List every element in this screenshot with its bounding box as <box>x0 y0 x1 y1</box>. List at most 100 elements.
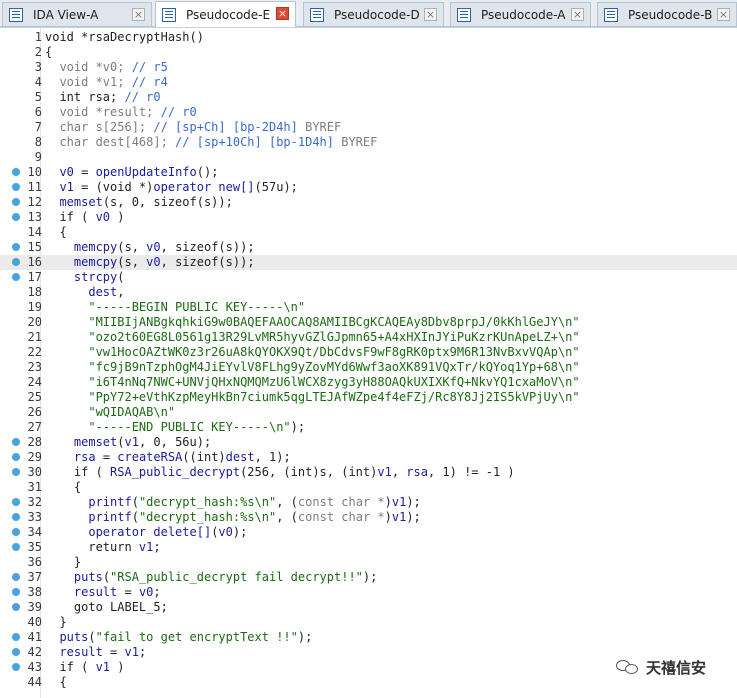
code-line[interactable]: 4 void *v1; // r4 <box>0 75 737 90</box>
code-line[interactable]: 35 return v1; <box>0 540 737 555</box>
breakpoint-dot-icon[interactable] <box>12 543 20 551</box>
code-line[interactable]: 11 v1 = (void *)operator new[](57u); <box>0 180 737 195</box>
code-token: ); <box>232 525 248 539</box>
close-icon[interactable]: × <box>132 8 145 21</box>
close-icon[interactable]: × <box>276 7 289 20</box>
code-line[interactable]: 41 puts("fail to get encryptText !!"); <box>0 630 737 645</box>
code-token: , ( <box>276 495 298 509</box>
code-line[interactable]: 20 "MIIBIjANBgkqhkiG9w0BAQEFAAOCAQ8AMIIB… <box>0 315 737 330</box>
code-line[interactable]: 1 void *rsaDecryptHash() <box>0 30 737 45</box>
breakpoint-dot-icon[interactable] <box>12 213 20 221</box>
code-token: (); <box>196 165 219 179</box>
breakpoint-dot-icon[interactable] <box>12 453 20 461</box>
tab-pseudocode-b[interactable]: Pseudocode-B × <box>597 2 737 26</box>
code-line[interactable]: 28 memset(v1, 0, 56u); <box>0 435 737 450</box>
code-text: memset(s, 0, sizeof(s)); <box>45 195 232 210</box>
code-line[interactable]: 38 result = v0; <box>0 585 737 600</box>
code-line[interactable]: 29 rsa = createRSA((int)dest, 1); <box>0 450 737 465</box>
code-token: "i6T4nNq7NWC+UNVjQHxNQMQMzU6lWCX8zyg3yH8… <box>88 375 580 389</box>
code-text: strcpy( <box>45 270 125 285</box>
breakpoint-dot-icon[interactable] <box>12 528 20 536</box>
code-token: v0 <box>95 210 111 224</box>
code-line[interactable]: 25 "PpY72+eVthKzpMeyHkBn7ciumk5qgLTEJAfW… <box>0 390 737 405</box>
code-text: operator delete[](v0); <box>45 525 247 540</box>
code-line[interactable]: 30 if ( RSA_public_decrypt(256, (int)s, … <box>0 465 737 480</box>
code-line[interactable]: 31 { <box>0 480 737 495</box>
code-token: "-----BEGIN PUBLIC KEY-----\n" <box>88 300 306 314</box>
breakpoint-dot-icon[interactable] <box>12 258 20 266</box>
breakpoint-dot-icon[interactable] <box>12 513 20 521</box>
code-text: return v1; <box>45 540 160 555</box>
breakpoint-dot-icon[interactable] <box>12 663 20 671</box>
code-line[interactable]: 8 char dest[468]; // [sp+10Ch] [bp-1D4h]… <box>0 135 737 150</box>
tab-ida-view-a[interactable]: IDA View-A × <box>2 2 152 26</box>
code-token: const char * <box>297 510 385 524</box>
code-line[interactable]: 15 memcpy(s, v0, sizeof(s)); <box>0 240 737 255</box>
code-line[interactable]: 5 int rsa; // r0 <box>0 90 737 105</box>
breakpoint-dot-icon[interactable] <box>12 648 20 656</box>
code-line[interactable]: 3 void *v0; // r5 <box>0 60 737 75</box>
code-line[interactable]: 12 memset(s, 0, sizeof(s)); <box>0 195 737 210</box>
code-line[interactable]: 24 "i6T4nNq7NWC+UNVjQHxNQMQMzU6lWCX8zyg3… <box>0 375 737 390</box>
code-text: "PpY72+eVthKzpMeyHkBn7ciumk5qgLTEJAfWZpe… <box>45 390 579 405</box>
code-line[interactable]: 40 } <box>0 615 737 630</box>
code-line[interactable]: 22 "vw1HocOAZtWK0z3r26uA8kQYOKX9Qt/DbCdv… <box>0 345 737 360</box>
code-line[interactable]: 37 puts("RSA_public_decrypt fail decrypt… <box>0 570 737 585</box>
line-number: 36 <box>27 555 42 569</box>
breakpoint-dot-icon[interactable] <box>12 198 20 206</box>
breakpoint-dot-icon[interactable] <box>12 468 20 476</box>
code-line[interactable]: 13 if ( v0 ) <box>0 210 737 225</box>
tab-pseudocode-d[interactable]: Pseudocode-D × <box>303 2 444 26</box>
breakpoint-dot-icon[interactable] <box>12 498 20 506</box>
line-number: 27 <box>27 420 42 434</box>
breakpoint-dot-icon[interactable] <box>12 438 20 446</box>
line-number: 23 <box>27 360 42 374</box>
code-line[interactable]: 33 printf("decrypt_hash:%s\n", (const ch… <box>0 510 737 525</box>
code-line[interactable]: 27 "-----END PUBLIC KEY-----\n"); <box>0 420 737 435</box>
breakpoint-dot-icon[interactable] <box>12 603 20 611</box>
breakpoint-dot-icon[interactable] <box>12 243 20 251</box>
breakpoint-dot-icon[interactable] <box>12 633 20 641</box>
code-line[interactable]: 16 memcpy(s, v0, sizeof(s)); <box>0 255 737 270</box>
code-line[interactable]: 10 v0 = openUpdateInfo(); <box>0 165 737 180</box>
close-icon[interactable]: × <box>571 8 584 21</box>
code-text: void *rsaDecryptHash() <box>45 30 204 45</box>
code-token: ( <box>117 270 125 284</box>
code-line[interactable]: 6 void *result; // r0 <box>0 105 737 120</box>
pseudocode-view[interactable]: 1 void *rsaDecryptHash() 2{3 void *v0; // … <box>0 27 737 698</box>
code-line[interactable]: 21 "ozo2t60EG8L0561g13R29LvMR5hyvGZlGJpm… <box>0 330 737 345</box>
tab-pseudocode-a[interactable]: Pseudocode-A × <box>450 2 591 26</box>
code-line[interactable]: 9 <box>0 150 737 165</box>
breakpoint-dot-icon[interactable] <box>12 183 20 191</box>
breakpoint-dot-icon[interactable] <box>12 588 20 596</box>
code-line[interactable]: 7 char s[256]; // [sp+Ch] [bp-2D4h] BYRE… <box>0 120 737 135</box>
breakpoint-dot-icon[interactable] <box>12 573 20 581</box>
code-token: ); <box>406 495 421 509</box>
code-token: "ozo2t60EG8L0561g13R29LvMR5hyvGZlGJpmn65… <box>88 330 580 344</box>
code-token: v0 <box>59 165 74 179</box>
code-line[interactable]: 2{ <box>0 45 737 60</box>
code-line[interactable]: 14 { <box>0 225 737 240</box>
code-line[interactable]: 34 operator delete[](v0); <box>0 525 737 540</box>
code-line[interactable]: 17 strcpy( <box>0 270 737 285</box>
code-line[interactable]: 18 dest, <box>0 285 737 300</box>
breakpoint-dot-icon[interactable] <box>12 168 20 176</box>
code-line[interactable]: 36 } <box>0 555 737 570</box>
code-token: "wQIDAQAB\n" <box>88 405 176 419</box>
code-line[interactable]: 39 goto LABEL_5; <box>0 600 737 615</box>
breakpoint-dot-icon[interactable] <box>12 273 20 281</box>
code-line[interactable]: 32 printf("decrypt_hash:%s\n", (const ch… <box>0 495 737 510</box>
code-line[interactable]: 23 "fc9jB9nTzphOgM4JiEYvlV8FLhg9yZovMYd6… <box>0 360 737 375</box>
code-token: if ( <box>45 210 96 224</box>
code-token: // [sp+Ch] [bp-2D4h] <box>153 120 306 134</box>
code-line[interactable]: 26 "wQIDAQAB\n" <box>0 405 737 420</box>
tab-pseudocode-e[interactable]: Pseudocode-E × <box>155 1 296 28</box>
code-line[interactable]: 19 "-----BEGIN PUBLIC KEY-----\n" <box>0 300 737 315</box>
close-icon[interactable]: × <box>717 8 730 21</box>
tab-label: Pseudocode-D <box>334 7 420 22</box>
code-token: int rsa; <box>45 90 125 104</box>
close-icon[interactable]: × <box>424 8 437 21</box>
